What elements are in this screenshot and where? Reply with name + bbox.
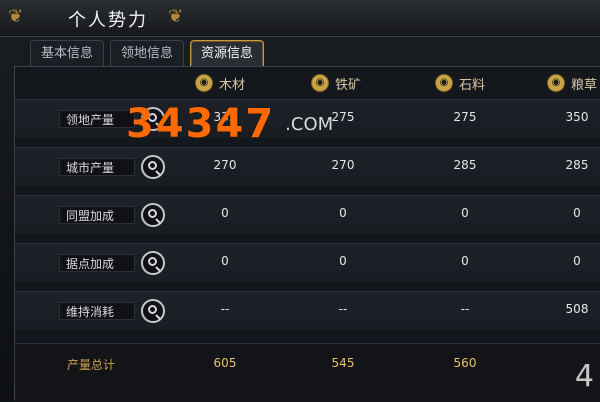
cell-value: -- (338, 302, 348, 316)
column-label: 铁矿 (335, 77, 362, 93)
magnifier-icon[interactable] (141, 203, 165, 227)
column-label: 木材 (219, 77, 246, 93)
corner-logo-icon: 4 (574, 359, 594, 394)
cell-value: 0 (573, 254, 581, 268)
table-row: 同盟加成 0 0 0 0 (15, 195, 600, 234)
iron-icon: ◉ (311, 74, 329, 92)
cell-value: 285 (565, 158, 589, 172)
cell-value: 0 (461, 206, 469, 220)
cell-value: 270 (331, 158, 355, 172)
row-label: 城市产量 (59, 158, 135, 176)
stone-icon: ◉ (435, 74, 453, 92)
magnifier-icon[interactable] (141, 299, 165, 323)
right-ornament-icon: ❦ (168, 6, 184, 27)
table-row: 维持消耗 -- -- -- 508 (15, 291, 600, 330)
watermark-number: 34347 (126, 101, 276, 147)
left-ornament-icon: ❦ (8, 6, 24, 27)
wood-icon: ◉ (195, 74, 213, 92)
page-title: 个人势力 (68, 10, 148, 31)
cell-value: 0 (339, 206, 347, 220)
table-row: 城市产量 270 270 285 285 (15, 147, 600, 186)
cell-value: 0 (221, 206, 229, 220)
cell-value: 285 (453, 158, 477, 172)
cell-value: 0 (461, 254, 469, 268)
cell-value: 0 (573, 206, 581, 220)
row-label: 据点加成 (59, 254, 135, 272)
cell-value: -- (220, 302, 230, 316)
row-label: 领地产量 (59, 110, 135, 128)
totals-label: 产量总计 (67, 358, 116, 372)
cell-value: -- (460, 302, 470, 316)
totals-row: 产量总计 605 545 560 (15, 343, 600, 402)
column-header-grain: ◉ 粮草 (547, 73, 597, 93)
column-label: 石料 (459, 77, 486, 93)
cell-value: 275 (453, 110, 477, 124)
grain-icon: ◉ (547, 74, 565, 92)
total-value: 605 (213, 356, 237, 370)
cell-value: 0 (221, 254, 229, 268)
title-bar: ❦ ❦ 个人势力 (0, 0, 600, 37)
column-header-wood: ◉ 木材 (195, 73, 245, 93)
tab-resource-info[interactable]: 资源信息 (190, 40, 265, 67)
column-header-stone: ◉ 石料 (435, 73, 485, 93)
tab-territory-info[interactable]: 领地信息 (110, 40, 185, 67)
column-header: ◉ 木材 ◉ 铁矿 ◉ 石料 ◉ 粮草 (15, 67, 600, 97)
total-value: 545 (331, 356, 355, 370)
watermark-domain: .COM (285, 113, 334, 135)
table-row: 据点加成 0 0 0 0 (15, 243, 600, 282)
row-label: 同盟加成 (59, 206, 135, 224)
total-value: 560 (453, 356, 477, 370)
column-header-iron: ◉ 铁矿 (311, 73, 361, 93)
cell-value: 270 (213, 158, 237, 172)
magnifier-icon[interactable] (141, 155, 165, 179)
row-label: 维持消耗 (59, 302, 135, 320)
cell-value: 508 (565, 302, 589, 316)
column-label: 粮草 (571, 77, 598, 93)
magnifier-icon[interactable] (141, 251, 165, 275)
cell-value: 0 (339, 254, 347, 268)
tab-basic-info[interactable]: 基本信息 (30, 40, 105, 67)
cell-value: 350 (565, 110, 589, 124)
tab-bar: 基本信息 领地信息 资源信息 (30, 40, 265, 67)
watermark: 34347 .COM (126, 100, 333, 148)
